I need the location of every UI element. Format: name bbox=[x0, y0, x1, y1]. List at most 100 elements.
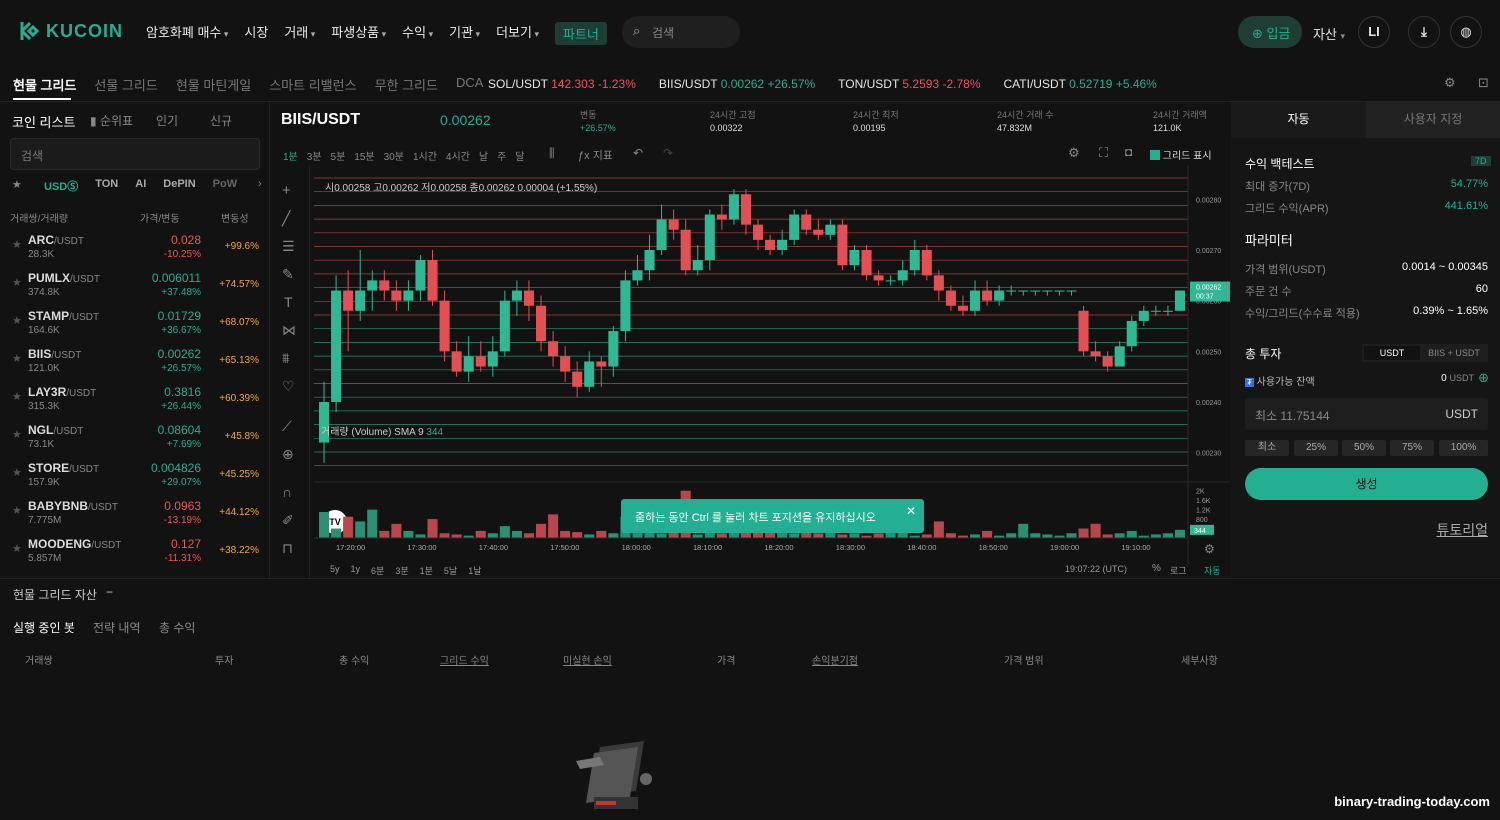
axis-settings-icon[interactable]: ⚙ bbox=[1204, 542, 1215, 556]
interval-3m[interactable]: 3분 bbox=[307, 148, 322, 163]
tab-auto[interactable]: 자동 bbox=[1231, 102, 1366, 138]
lock-icon[interactable]: ⊓ bbox=[282, 540, 293, 557]
zoom-in-icon[interactable]: ⊕ bbox=[282, 446, 294, 463]
coin-row[interactable]: ★ PUMLX/USDT 374.8K 0.006011 +37.48% +74… bbox=[0, 266, 270, 304]
range-1m[interactable]: 1분 bbox=[420, 564, 433, 577]
filter-usds[interactable]: USDⓈ bbox=[44, 178, 78, 194]
log-toggle[interactable]: 로그 bbox=[1170, 564, 1187, 577]
tab-smart-rebalance[interactable]: 스마트 리밸런스 bbox=[269, 75, 356, 94]
trendline-icon[interactable]: ╱ bbox=[282, 210, 290, 227]
star-icon[interactable]: ★ bbox=[12, 390, 22, 403]
filter-ton[interactable]: TON bbox=[95, 178, 118, 194]
crosshair-icon[interactable]: + bbox=[282, 182, 291, 199]
coin-row[interactable]: ★ BABYBNB/USDT 7.775M 0.0963 -13.19% +44… bbox=[0, 494, 270, 532]
lock-pencil-icon[interactable]: ✐ bbox=[282, 512, 294, 529]
interval-30m[interactable]: 30분 bbox=[384, 148, 404, 163]
menu-markets[interactable]: 시장 bbox=[244, 22, 268, 45]
range-3m[interactable]: 3분 bbox=[395, 564, 408, 577]
pct-75[interactable]: 75% bbox=[1390, 440, 1434, 456]
col-price-change[interactable]: 가격/변동 bbox=[140, 210, 180, 225]
filter-ai[interactable]: AI bbox=[135, 178, 146, 194]
filter-pow[interactable]: PoW bbox=[213, 178, 237, 194]
interval-week[interactable]: 주 bbox=[497, 148, 506, 163]
coin-row[interactable]: ★ LAY3R/USDT 315.3K 0.3816 +26.44% +60.3… bbox=[0, 380, 270, 418]
star-icon[interactable]: ★ bbox=[12, 276, 22, 289]
tab-spot-grid[interactable]: 현물 그리드 bbox=[13, 75, 76, 94]
menu-institutional[interactable]: 기관 bbox=[449, 22, 480, 45]
percent-toggle[interactable]: % bbox=[1152, 563, 1161, 574]
menu-trade[interactable]: 거래 bbox=[284, 22, 315, 45]
pct-50[interactable]: 50% bbox=[1342, 440, 1386, 456]
range-1y[interactable]: 1y bbox=[351, 564, 361, 577]
redo-icon[interactable]: ↷ bbox=[663, 146, 673, 160]
tab-leaderboard[interactable]: ▮ 순위표 bbox=[90, 112, 133, 129]
magnet-icon[interactable]: ∩ bbox=[282, 484, 292, 500]
tab-infinity-grid[interactable]: 무한 그리드 bbox=[375, 75, 438, 94]
tab-dca[interactable]: DCA bbox=[456, 75, 483, 94]
interval-15m[interactable]: 15분 bbox=[354, 148, 374, 163]
star-icon[interactable]: ★ bbox=[12, 238, 22, 251]
currency-usdt[interactable]: USDT bbox=[1364, 346, 1420, 360]
coin-row[interactable]: ★ MOODENG/USDT 5.857M 0.127 -11.31% +38.… bbox=[0, 532, 270, 570]
col-breakeven[interactable]: 손익분기점 bbox=[812, 652, 858, 667]
tab-spot-martingale[interactable]: 현물 마틴게일 bbox=[176, 75, 251, 94]
star-icon[interactable]: ★ bbox=[12, 542, 22, 555]
tab-strategy-history[interactable]: 전략 내역 bbox=[93, 619, 141, 636]
add-funds-icon[interactable]: ⊕ bbox=[1478, 370, 1489, 386]
measure-icon[interactable]: ⩩ bbox=[282, 350, 289, 367]
star-icon[interactable]: ★ bbox=[12, 466, 22, 479]
fullscreen-icon[interactable]: ⛶ bbox=[1099, 145, 1108, 161]
kucoin-logo[interactable]: KUCOIN bbox=[18, 20, 123, 42]
star-icon[interactable]: ★ bbox=[12, 314, 22, 327]
menu-earn[interactable]: 수익 bbox=[402, 22, 433, 45]
range-5d[interactable]: 5날 bbox=[444, 564, 457, 577]
undo-icon[interactable]: ↶ bbox=[633, 146, 643, 160]
pattern-icon[interactable]: ⋈ bbox=[282, 322, 296, 339]
ticker-item[interactable]: CATI/USDT 0.52719 +5.46% bbox=[1004, 77, 1157, 91]
utc-clock[interactable]: 19:07:22 (UTC) bbox=[1065, 564, 1127, 574]
range-1d[interactable]: 1날 bbox=[468, 564, 481, 577]
range-6m[interactable]: 6분 bbox=[371, 564, 384, 577]
globe-icon[interactable]: ◍ bbox=[1450, 16, 1482, 48]
top-search-input[interactable]: ⌕ 검색 bbox=[622, 16, 740, 48]
favorites-star-icon[interactable]: ★ bbox=[12, 178, 22, 191]
interval-1h[interactable]: 1시간 bbox=[413, 148, 437, 163]
tab-popular[interactable]: 인기 bbox=[156, 112, 178, 129]
deposit-button[interactable]: ⊕ 입금 bbox=[1238, 16, 1302, 48]
collapse-icon[interactable]: − bbox=[106, 585, 113, 599]
brush-icon[interactable]: ✎ bbox=[282, 266, 294, 283]
interval-5m[interactable]: 5분 bbox=[331, 148, 346, 163]
interval-1m[interactable]: 1분 bbox=[283, 148, 298, 163]
col-pair-volume[interactable]: 거래쌍/거래량 bbox=[10, 210, 68, 225]
fib-icon[interactable]: ☰ bbox=[282, 238, 295, 255]
coin-row[interactable]: ★ STORE/USDT 157.9K 0.004826 +29.07% +45… bbox=[0, 456, 270, 494]
heart-icon[interactable]: ♡ bbox=[282, 378, 295, 395]
grid-toggle[interactable]: 그리드 표시 bbox=[1150, 147, 1212, 162]
text-icon[interactable]: T bbox=[284, 294, 293, 310]
partner-button[interactable]: 파트너 bbox=[554, 22, 607, 45]
period-badge[interactable]: 7D bbox=[1471, 156, 1491, 166]
coin-row[interactable]: ★ NGL/USDT 73.1K 0.08604 +7.69% +45.8% bbox=[0, 418, 270, 456]
interval-month[interactable]: 달 bbox=[515, 148, 524, 163]
tab-total-profit[interactable]: 총 수익 bbox=[159, 619, 195, 636]
star-icon[interactable]: ★ bbox=[12, 352, 22, 365]
ticker-item[interactable]: BIIS/USDT 0.00262 +26.57% bbox=[659, 77, 815, 91]
indicator-button[interactable]: ƒx 지표 bbox=[578, 147, 613, 163]
avatar[interactable]: LI bbox=[1358, 16, 1390, 48]
star-icon[interactable]: ★ bbox=[12, 504, 22, 517]
interval-day[interactable]: 날 bbox=[479, 148, 488, 163]
currency-mixed[interactable]: BIIS + USDT bbox=[1422, 346, 1486, 360]
chevron-right-icon[interactable]: › bbox=[258, 178, 262, 190]
candle-type-icon[interactable]: ⫼ bbox=[549, 146, 555, 161]
star-icon[interactable]: ★ bbox=[12, 428, 22, 441]
ticker-item[interactable]: SOL/USDT 142.303 -1.23% bbox=[488, 77, 636, 91]
chart-settings-icon[interactable]: ⚙ bbox=[1068, 145, 1080, 161]
pct-min[interactable]: 최소 bbox=[1245, 440, 1289, 456]
tutorial-link[interactable]: 튜토리얼 bbox=[1436, 520, 1488, 540]
create-bot-button[interactable]: 생성 bbox=[1245, 468, 1488, 500]
tab-custom[interactable]: 사용자 지정 bbox=[1366, 102, 1500, 138]
col-grid-profit[interactable]: 그리드 수익 bbox=[440, 652, 489, 667]
tab-futures-grid[interactable]: 선물 그리드 bbox=[94, 75, 157, 94]
col-unrealized-pnl[interactable]: 미실현 손익 bbox=[563, 652, 612, 667]
ticker-settings-icon[interactable]: ⚙ bbox=[1444, 75, 1456, 91]
